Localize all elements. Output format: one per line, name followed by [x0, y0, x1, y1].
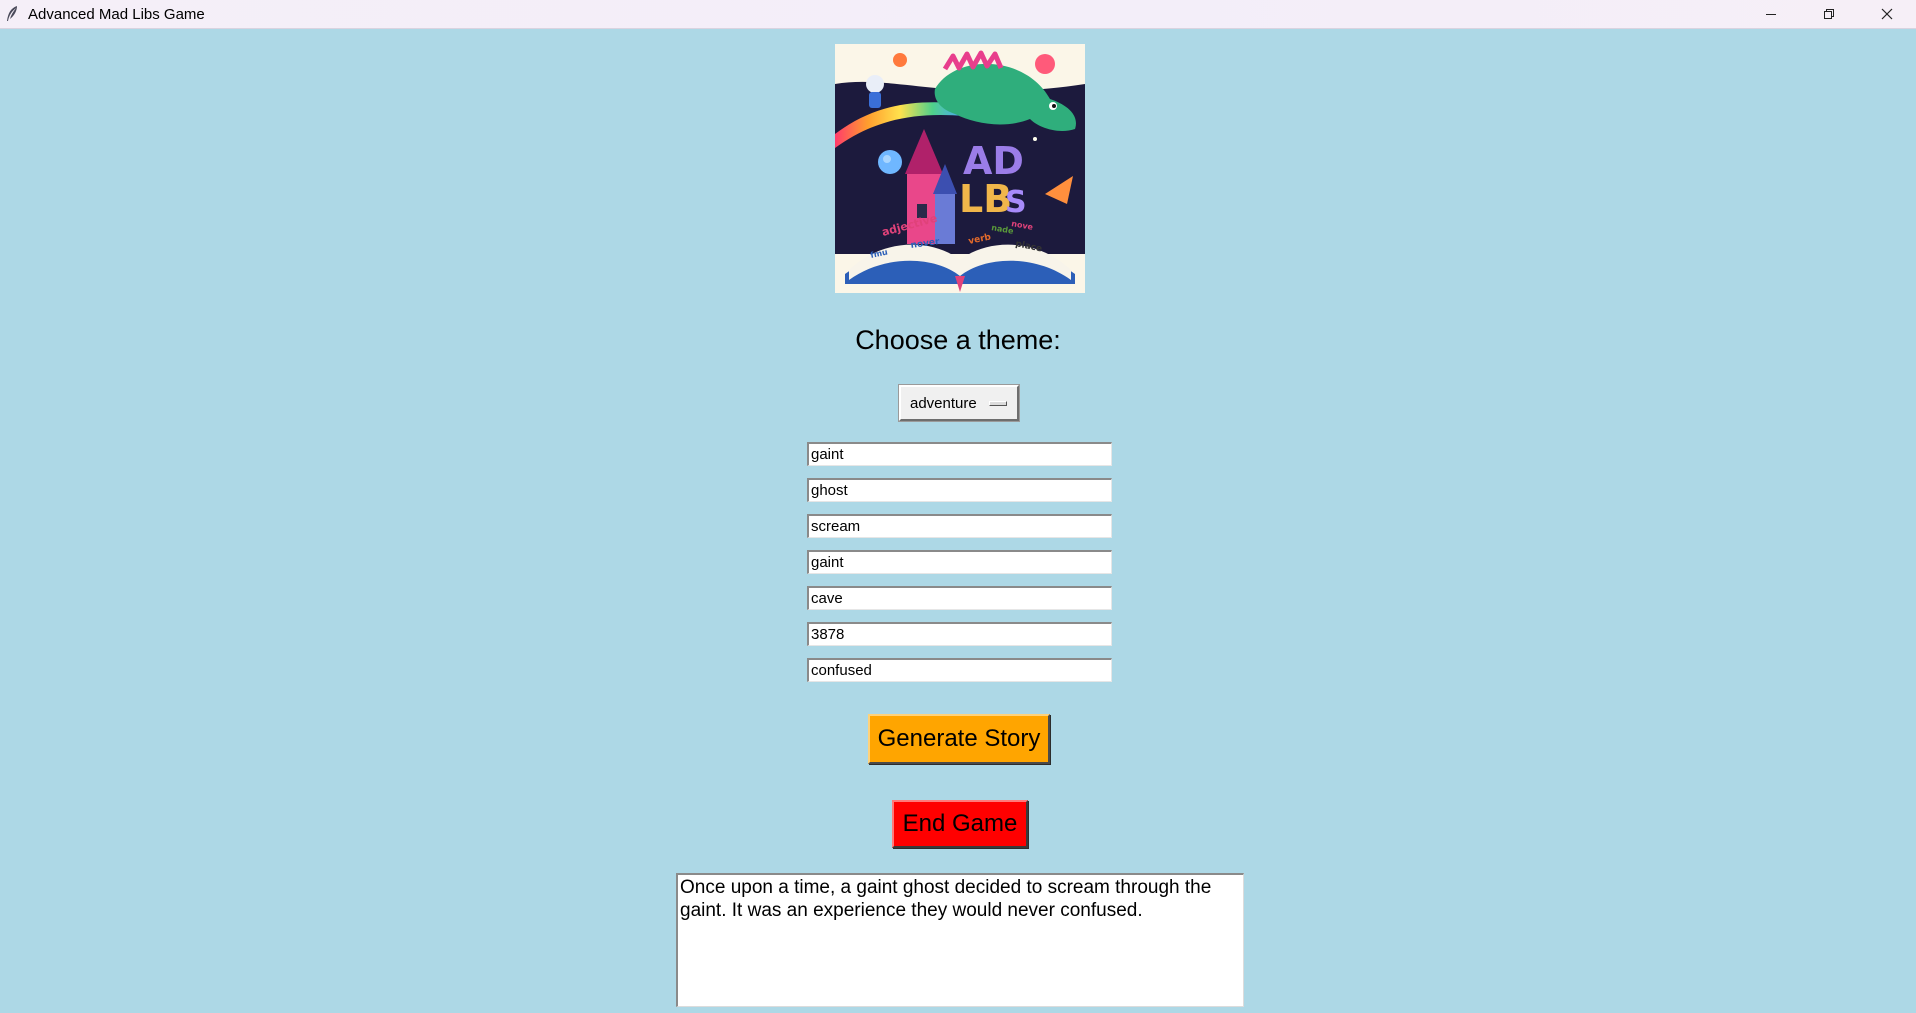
word-entry-2[interactable]: ghost: [807, 478, 1112, 502]
theme-option-menu[interactable]: adventure: [898, 384, 1020, 422]
restore-icon: [1823, 8, 1835, 20]
theme-selected-value: adventure: [910, 395, 977, 412]
svg-text:S: S: [1005, 185, 1027, 220]
app-window-body: AD LB S adjective nover fmu verb nade no…: [0, 29, 1916, 1013]
window-titlebar[interactable]: Advanced Mad Libs Game: [0, 0, 1916, 29]
end-game-button[interactable]: End Game: [892, 800, 1028, 848]
close-icon: [1881, 8, 1893, 20]
word-entry-3[interactable]: scream: [807, 514, 1112, 538]
generate-story-button[interactable]: Generate Story: [868, 714, 1050, 764]
minimize-icon: [1765, 8, 1777, 20]
word-entry-4[interactable]: gaint: [807, 550, 1112, 574]
theme-prompt-label: Choose a theme:: [855, 325, 1061, 355]
word-entry-5[interactable]: cave: [807, 586, 1112, 610]
word-entry-7[interactable]: confused: [807, 658, 1112, 682]
word-entry-1[interactable]: gaint: [807, 442, 1112, 466]
window-title: Advanced Mad Libs Game: [28, 6, 205, 23]
word-entry-6[interactable]: 3878: [807, 622, 1112, 646]
minimize-button[interactable]: [1742, 0, 1800, 28]
story-output-textarea[interactable]: Once upon a time, a gaint ghost decided …: [676, 873, 1244, 1007]
feather-icon: [5, 5, 19, 23]
mad-libs-logo-image: AD LB S adjective nover fmu verb nade no…: [835, 44, 1085, 293]
close-button[interactable]: [1858, 0, 1916, 28]
option-menu-indicator-icon: [989, 401, 1007, 406]
restore-button[interactable]: [1800, 0, 1858, 28]
